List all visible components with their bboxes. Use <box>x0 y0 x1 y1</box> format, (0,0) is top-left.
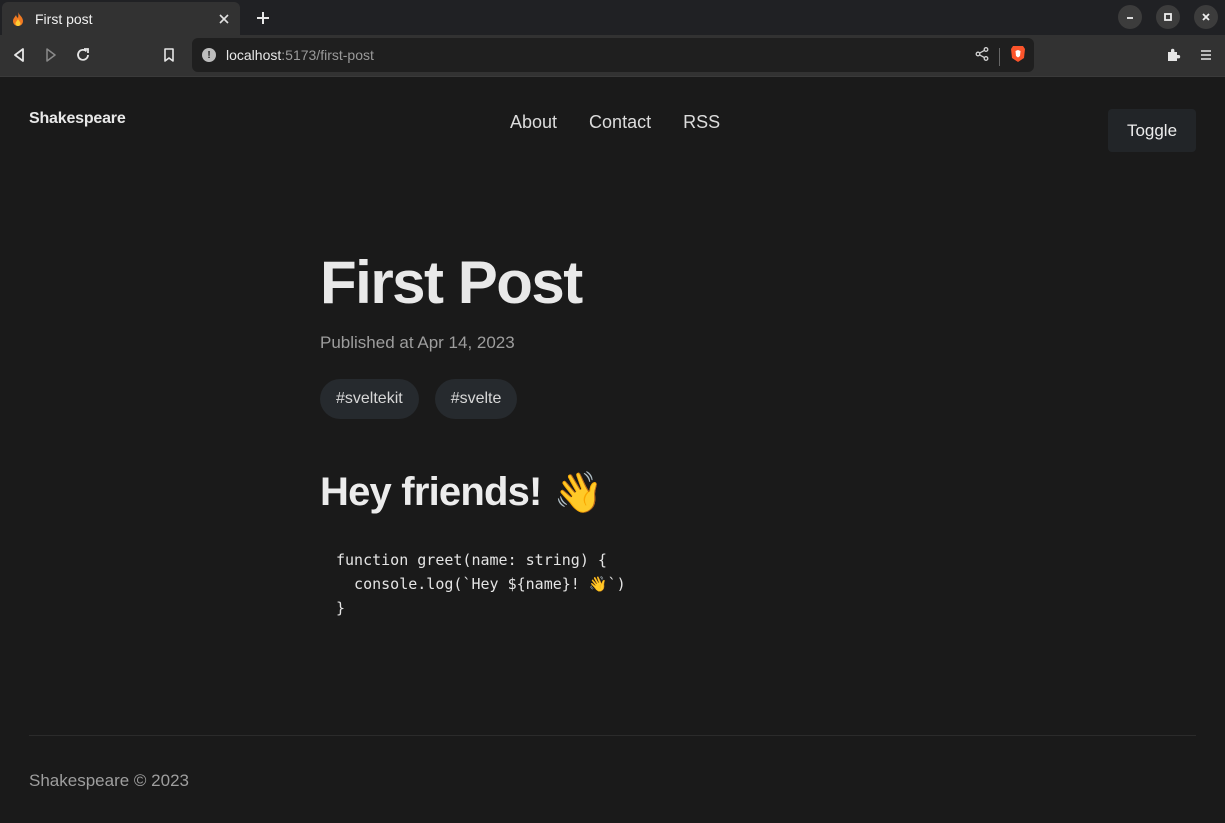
divider <box>999 47 1000 66</box>
post-heading: Hey friends! 👋 <box>320 469 920 516</box>
nav-about-link[interactable]: About <box>510 112 557 133</box>
post-title: First Post <box>320 249 583 316</box>
tab-strip: First post <box>0 0 1225 35</box>
theme-toggle-button[interactable]: Toggle <box>1108 109 1196 152</box>
code-block: function greet(name: string) { console.l… <box>320 548 920 620</box>
nav-rss-link[interactable]: RSS <box>683 112 720 133</box>
reload-icon[interactable] <box>71 43 95 67</box>
maximize-icon[interactable] <box>1156 5 1180 29</box>
post-article: First Post Published at Apr 14, 2023 #sv… <box>320 247 920 620</box>
code-line: } <box>336 599 346 617</box>
menu-icon[interactable] <box>1194 43 1218 67</box>
code-line: console.log(`Hey ${name}! 👋`) <box>336 575 626 593</box>
url-path: :5173/first-post <box>281 47 374 63</box>
tab-title: First post <box>35 10 93 27</box>
published-date: Published at Apr 14, 2023 <box>320 333 515 352</box>
url-host: localhost <box>226 47 282 63</box>
site-info-icon[interactable]: ! <box>202 48 216 62</box>
close-tab-icon[interactable] <box>216 11 232 27</box>
forward-icon[interactable] <box>39 43 63 67</box>
post-heading-text: Hey friends! <box>320 470 542 514</box>
site-brand-link[interactable]: Shakespeare <box>29 110 126 128</box>
nav-contact-link[interactable]: Contact <box>589 112 651 133</box>
main-nav: About Contact RSS <box>510 112 720 133</box>
footer-copyright: Shakespeare © 2023 <box>29 771 189 790</box>
footer-divider <box>29 735 1196 736</box>
web-page: Shakespeare About Contact RSS Toggle Fir… <box>0 77 1225 823</box>
tag-svelte[interactable]: #svelte <box>434 379 518 419</box>
brave-shields-icon[interactable] <box>1010 45 1026 68</box>
browser-toolbar: ! localhost:5173/first-post <box>0 35 1225 76</box>
tag-sveltekit[interactable]: #sveltekit <box>320 379 419 419</box>
back-icon[interactable] <box>7 43 31 67</box>
share-icon[interactable] <box>975 47 989 66</box>
code-line: function greet(name: string) { <box>336 551 607 569</box>
new-tab-icon[interactable] <box>252 7 274 29</box>
minimize-icon[interactable] <box>1118 5 1142 29</box>
address-bar[interactable]: ! localhost:5173/first-post <box>192 38 1034 72</box>
waving-hand-icon: 👋 <box>553 471 604 515</box>
browser-tab[interactable]: First post <box>2 2 240 35</box>
close-window-icon[interactable] <box>1194 5 1218 29</box>
tag-list: #sveltekit #svelte <box>320 379 920 419</box>
bookmark-icon[interactable] <box>157 43 181 67</box>
extensions-icon[interactable] <box>1162 43 1186 67</box>
flame-icon <box>10 11 26 27</box>
